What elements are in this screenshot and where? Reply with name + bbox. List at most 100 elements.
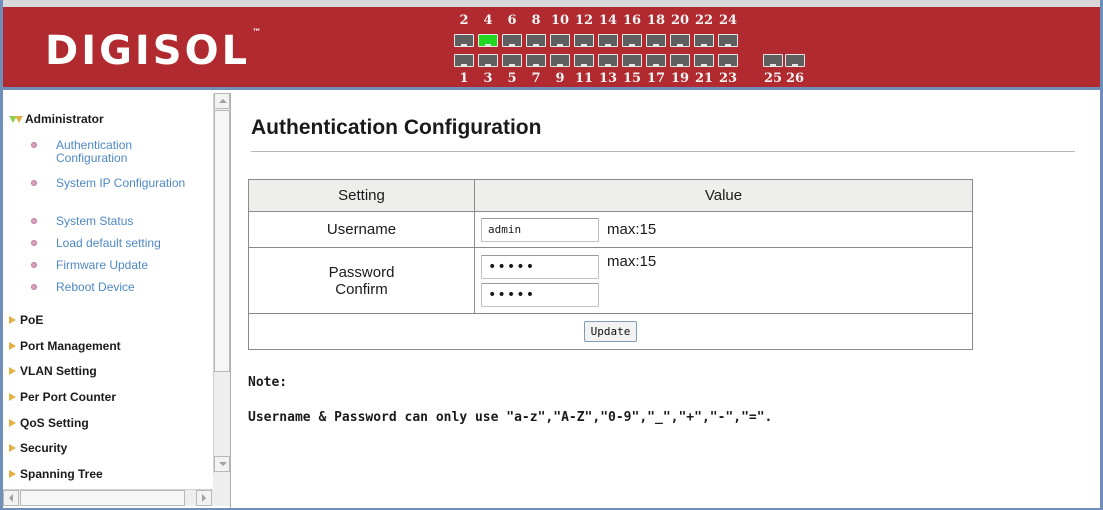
table-row: Password Confirm ••••• max:15 •••••: [248, 247, 973, 314]
port-number: 18: [646, 13, 666, 28]
table-row: Update: [248, 313, 973, 350]
folder-arrow-icon: [9, 470, 16, 478]
port-number: 10: [550, 13, 570, 28]
port-3-icon[interactable]: [478, 54, 498, 67]
scroll-thumb[interactable]: [214, 110, 230, 372]
port-number: 12: [574, 13, 594, 28]
digisol-logo: DIGISOL ™: [45, 28, 261, 74]
scroll-up-button[interactable]: [214, 93, 230, 109]
port-14-icon[interactable]: [598, 34, 618, 47]
port-25-icon[interactable]: [763, 54, 783, 67]
port-number: 15: [622, 71, 642, 86]
username-label: Username: [248, 211, 475, 248]
sidebar-group-security[interactable]: Security: [9, 441, 67, 455]
scrollbar-corner: [213, 473, 230, 506]
sidebar-group-poe[interactable]: PoE: [9, 313, 43, 327]
sidebar: Administrator Authentication Configurati…: [3, 93, 231, 508]
port-9-icon[interactable]: [550, 54, 570, 67]
port-number: 22: [694, 13, 714, 28]
table-header-row: Setting Value: [248, 179, 973, 212]
sidebar-item-load-default-setting[interactable]: Load default setting: [31, 237, 201, 250]
username-max-label: max:15: [607, 221, 657, 238]
sidebar-group-spanning-tree[interactable]: Spanning Tree: [9, 467, 103, 481]
port-11-icon[interactable]: [574, 54, 594, 67]
port-1-icon[interactable]: [454, 54, 474, 67]
port-number: 19: [670, 71, 690, 86]
logo-text: DIGISOL: [45, 28, 251, 74]
sidebar-group-port-management[interactable]: Port Management: [9, 339, 121, 353]
password-max-label: max:15: [607, 252, 657, 270]
folder-arrow-icon: [9, 444, 16, 452]
scroll-thumb-horizontal[interactable]: [20, 490, 185, 506]
port-23-icon[interactable]: [718, 54, 738, 67]
port-18-icon[interactable]: [646, 34, 666, 47]
scroll-right-button[interactable]: [196, 490, 212, 506]
folder-arrow-icon: [9, 419, 16, 427]
port-number: 7: [531, 71, 541, 86]
sidebar-item-firmware-update[interactable]: Firmware Update: [31, 259, 201, 272]
port-24-icon[interactable]: [718, 34, 738, 47]
bullet-icon: [31, 284, 37, 290]
page-title: Authentication Configuration: [251, 116, 542, 139]
port-15-icon[interactable]: [622, 54, 642, 67]
port-8-icon[interactable]: [526, 34, 546, 47]
sidebar-item-authentication-configuration[interactable]: Authentication Configuration: [31, 139, 201, 165]
port-6-icon[interactable]: [502, 34, 522, 47]
port-22-icon[interactable]: [694, 34, 714, 47]
sidebar-group-qos-setting[interactable]: QoS Setting: [9, 416, 89, 430]
sidebar-group-vlan-setting[interactable]: VLAN Setting: [9, 364, 97, 378]
port-10-icon[interactable]: [550, 34, 570, 47]
port-number: 23: [718, 71, 738, 86]
port-19-icon[interactable]: [670, 54, 690, 67]
port-number: 2: [459, 13, 469, 28]
port-number: 25: [763, 71, 783, 86]
sidebar-item-label: Firmware Update: [56, 258, 149, 272]
port-17-icon[interactable]: [646, 54, 666, 67]
port-7-icon[interactable]: [526, 54, 546, 67]
column-header-setting: Setting: [248, 179, 475, 212]
sidebar-nav: Administrator Authentication Configurati…: [3, 93, 213, 488]
sidebar-group-label: PoE: [20, 313, 44, 327]
username-input[interactable]: admin: [481, 217, 599, 242]
scroll-left-icon: [9, 494, 13, 502]
port-number: 1: [459, 71, 469, 86]
password-input[interactable]: •••••: [481, 254, 599, 279]
scroll-down-button[interactable]: [214, 456, 230, 472]
scroll-right-icon: [202, 494, 206, 502]
port-4-icon[interactable]: [478, 34, 498, 47]
port-2-icon[interactable]: [454, 34, 474, 47]
sidebar-group-label: Security: [20, 441, 68, 455]
scroll-left-button[interactable]: [3, 490, 19, 506]
port-16-icon[interactable]: [622, 34, 642, 47]
sidebar-item-label: System Status: [56, 214, 134, 228]
port-20-icon[interactable]: [670, 34, 690, 47]
password-value-cell: ••••• max:15 •••••: [474, 247, 973, 314]
port-12-icon[interactable]: [574, 34, 594, 47]
bullet-icon: [31, 218, 37, 224]
sidebar-item-system-status[interactable]: System Status: [31, 215, 201, 228]
bullet-icon: [31, 262, 37, 268]
sidebar-horizontal-scrollbar[interactable]: [3, 489, 213, 506]
logo-trademark: ™: [252, 28, 262, 38]
sidebar-item-label: Load default setting: [56, 236, 161, 250]
sidebar-vertical-scrollbar[interactable]: [213, 93, 230, 473]
port-21-icon[interactable]: [694, 54, 714, 67]
sidebar-item-system-ip-configuration[interactable]: System IP Configuration: [31, 177, 201, 190]
port-26-icon[interactable]: [785, 54, 805, 67]
update-button[interactable]: Update: [583, 321, 638, 342]
confirm-label: Confirm: [335, 280, 388, 298]
sidebar-group-label: QoS Setting: [20, 416, 89, 430]
sidebar-item-reboot-device[interactable]: Reboot Device: [31, 281, 201, 294]
table-row: Username admin max:15: [248, 211, 973, 248]
port-13-icon[interactable]: [598, 54, 618, 67]
port-5-icon[interactable]: [502, 54, 522, 67]
port-number: 13: [598, 71, 618, 86]
sidebar-group-label: Port Management: [20, 339, 121, 353]
port-number: 16: [622, 13, 642, 28]
sidebar-group-administrator[interactable]: Administrator: [9, 112, 104, 126]
confirm-password-input[interactable]: •••••: [481, 282, 599, 307]
port-number: 20: [670, 13, 690, 28]
port-number: 8: [531, 13, 541, 28]
sidebar-group-per-port-counter[interactable]: Per Port Counter: [9, 390, 116, 404]
header-bar: DIGISOL ™ 2 4 6 8 10 12 14 16 18 20 22 24 1 3 5 7 9 11 13 15…: [3, 0, 1100, 90]
